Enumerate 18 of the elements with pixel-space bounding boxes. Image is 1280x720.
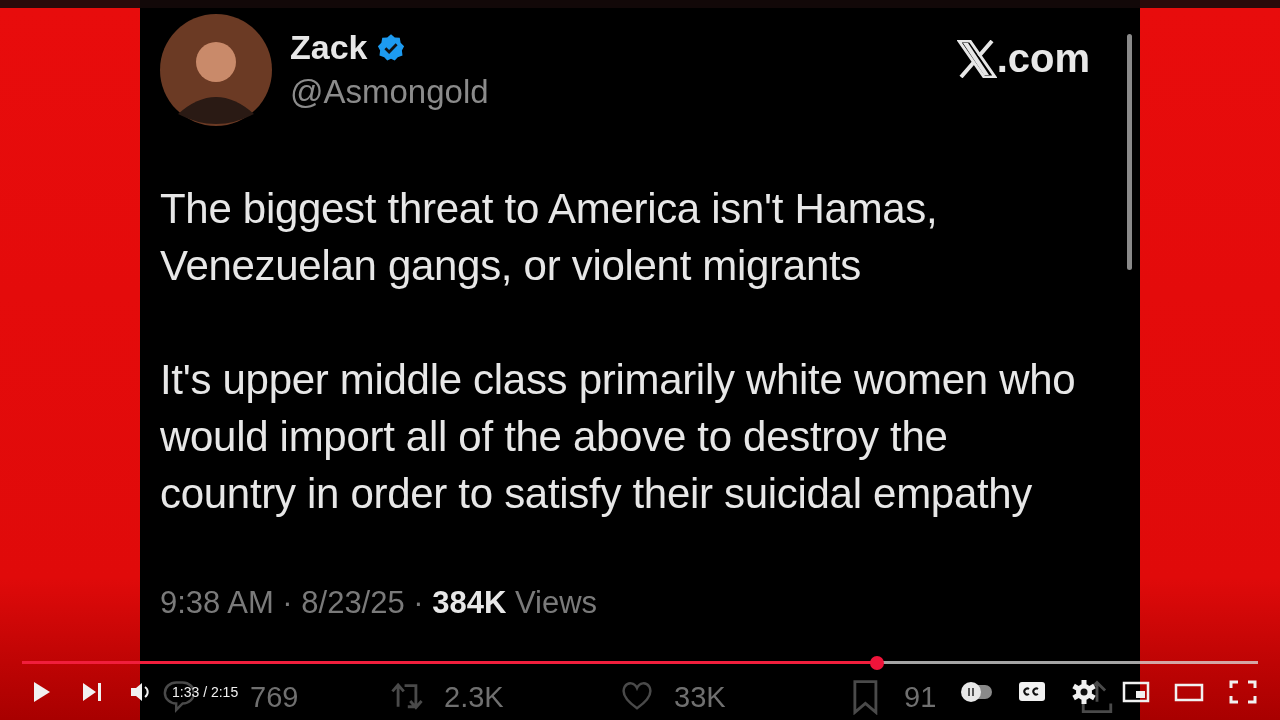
share-icon[interactable] — [1080, 679, 1114, 715]
site-label: .com — [996, 36, 1090, 81]
author-handle[interactable]: @Asmongold — [290, 73, 939, 111]
stat-count: 33K — [674, 680, 726, 714]
time-display: 1:33 / 2:15 — [172, 684, 239, 700]
avatar[interactable] — [160, 14, 272, 126]
author-name[interactable]: Zack — [290, 28, 368, 67]
stat-count: 2.3K — [444, 680, 504, 714]
stat-count: 91 — [904, 680, 937, 714]
tweet-text: It's upper middle class primarily white women who would import all of the above to destroy the country in order to satisfy their suicidal empathy — [160, 355, 1077, 519]
stat-count: 769 — [250, 680, 299, 714]
tweet-meta: 9:38 AM · 8/23/25 · 384K Views — [160, 585, 599, 621]
tweet-text: The biggest threat to America isn't Hamas, Venezuelan gangs, or violent migrants — [160, 184, 939, 291]
x-logo-icon — [956, 39, 997, 78]
scrollbar[interactable] — [1127, 34, 1132, 270]
settings-icon — [1070, 678, 1098, 706]
autoplay-toggle-icon — [960, 679, 994, 705]
fullscreen-icon — [1228, 678, 1258, 706]
